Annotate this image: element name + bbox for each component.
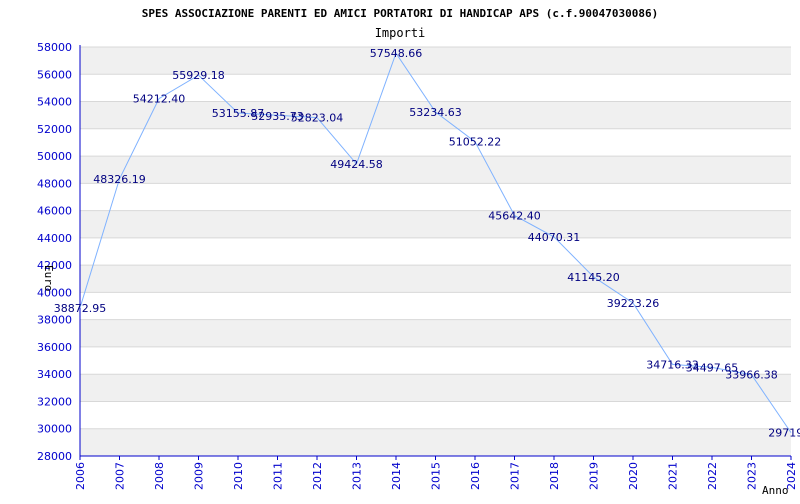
y-tick-label: 56000 [37,68,72,81]
data-label: 33966.38 [725,369,778,382]
y-tick-label: 44000 [37,232,72,245]
y-tick-label: 46000 [37,205,72,218]
x-tick-label: 2020 [627,462,640,490]
data-label: 57548.66 [370,47,423,60]
x-tick-label: 2019 [588,462,601,490]
data-label: 55929.18 [172,69,225,82]
y-tick-label: 30000 [37,423,72,436]
x-tick-label: 2006 [74,462,87,490]
y-tick-label: 48000 [37,177,72,190]
x-tick-label: 2012 [311,462,324,490]
x-tick-label: 2008 [153,462,166,490]
x-tick-label: 2009 [193,462,206,490]
data-label: 53234.63 [409,106,462,119]
grid-band [80,374,791,402]
data-label: 39223.26 [607,297,660,310]
data-label: 54212.40 [133,93,186,106]
chart-subtitle: Importi [375,26,426,40]
grid-band [80,156,791,184]
x-tick-label: 2010 [232,462,245,490]
data-label: 48326.19 [93,173,146,186]
y-tick-label: 36000 [37,341,72,354]
x-tick-labels: 2006 2007 2008 2009 2010 2011 2012 2013 2014 2015… [74,462,798,490]
x-tick-label: 2013 [351,462,364,490]
x-tick-label: 2018 [548,462,561,490]
chart-container: 28000 30000 32000 34000 36000 38000 40000 42000… [0,0,800,500]
data-label: 41145.20 [567,271,620,284]
y-tick-label: 32000 [37,395,72,408]
x-tick-label: 2015 [430,462,443,490]
data-label: 29719.1 [768,427,800,440]
x-axis-title: Anno [762,484,789,497]
y-tick-label: 50000 [37,150,72,163]
y-tick-label: 38000 [37,314,72,327]
chart-title: SPES ASSOCIAZIONE PARENTI ED AMICI PORTA… [142,7,659,20]
x-tick-label: 2007 [114,462,127,490]
y-tick-label: 52000 [37,123,72,136]
y-tick-label: 28000 [37,450,72,463]
x-tick-label: 2011 [272,462,285,490]
x-tick-label: 2023 [746,462,759,490]
x-tick-label: 2022 [706,462,719,490]
line-chart: 2800030000320003400036000380004000042000… [37,7,800,497]
grid-band [80,319,791,347]
data-label: 51052.22 [449,136,502,149]
grid-band [80,210,791,238]
grid-band [80,265,791,293]
data-label: 49424.58 [330,158,383,171]
y-tick-label: 54000 [37,96,72,109]
data-label: 38872.95 [54,302,107,315]
y-tick-label: 58000 [37,41,72,54]
data-label: 52935.73 [251,110,304,123]
grid-band [80,428,791,456]
data-label: 44070.31 [528,231,581,244]
x-tick-label: 2014 [390,462,403,490]
x-tick-label: 2021 [667,462,680,490]
y-axis-title: Euro [42,265,55,292]
y-tick-labels: 2800030000320003400036000380004000042000… [37,41,72,463]
y-tick-label: 34000 [37,368,72,381]
data-label: 45642.40 [488,209,541,222]
x-tick-label: 2017 [509,462,522,490]
x-tick-label: 2016 [469,462,482,490]
